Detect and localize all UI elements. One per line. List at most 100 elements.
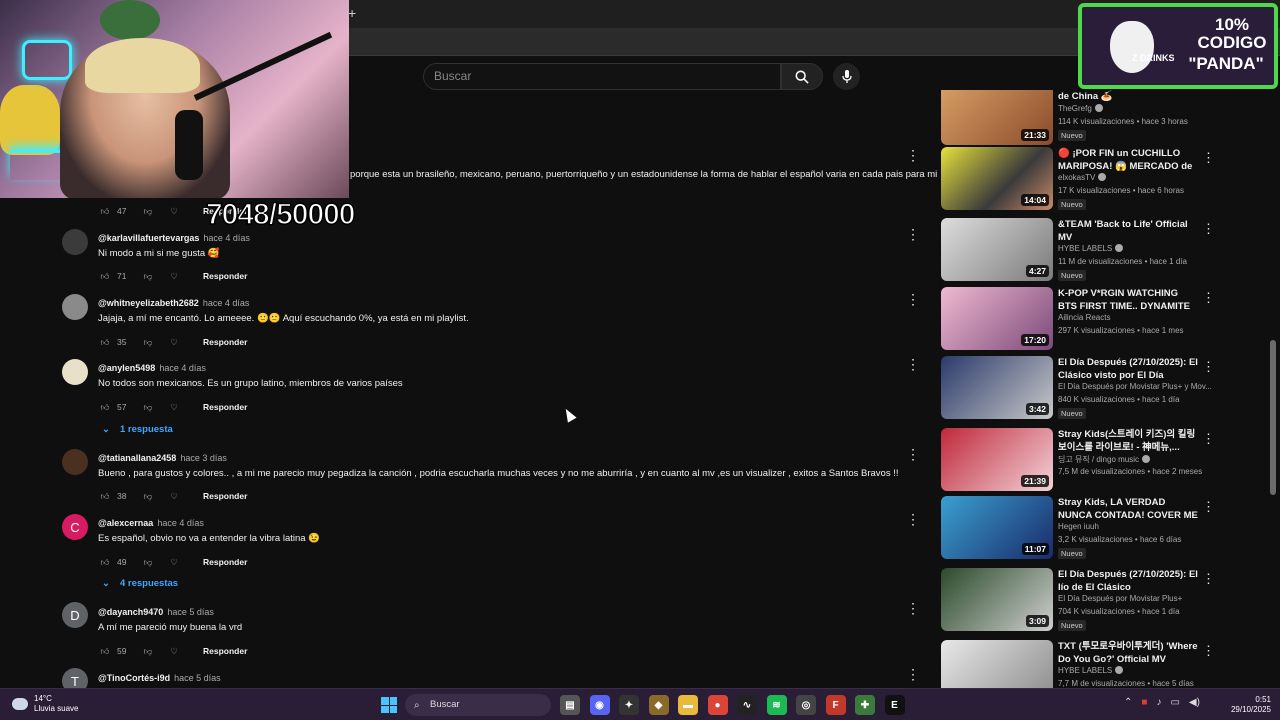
comment-menu-icon[interactable]: ⋮ (906, 292, 920, 306)
video-menu-icon[interactable]: ⋮ (1202, 221, 1215, 237)
channel-name[interactable]: HYBE LABELS (1058, 666, 1112, 675)
chrome-icon[interactable]: ● (707, 695, 728, 715)
related-video-item[interactable]: 21:33 de China 🍝 TheGrefg 114 K visualizaci… (940, 90, 1210, 146)
video-thumbnail[interactable]: 4:27 (941, 218, 1053, 281)
comment-author-name[interactable]: @dayanch9470 (98, 607, 163, 617)
video-thumbnail[interactable]: 3:42 (941, 356, 1053, 419)
video-menu-icon[interactable]: ⋮ (1202, 431, 1215, 447)
comment-menu-icon[interactable]: ⋮ (906, 512, 920, 526)
video-title[interactable]: K-POP V*RGIN WATCHING BTS FIRST TIME.. D… (1058, 287, 1198, 314)
file-explorer-icon[interactable]: ▤ (560, 695, 580, 715)
reply-button[interactable]: Responder (203, 646, 247, 656)
video-menu-icon[interactable]: ⋮ (1202, 290, 1215, 306)
comment-timestamp[interactable]: hace 4 días (203, 298, 250, 308)
comment-author-name[interactable]: @anylen5498 (98, 363, 155, 373)
voice-search-button[interactable] (833, 63, 860, 90)
channel-name[interactable]: 딩고 뮤직 / dingo music (1058, 455, 1139, 464)
related-video-item[interactable]: 21:39 Stray Kids(스트레이 키즈)의 킬링보이스를 라이브로! -… (940, 428, 1215, 492)
comment-avatar[interactable] (62, 229, 88, 255)
related-video-item[interactable]: 11:07 Stray Kids, LA VERDAD NUNCA CONTADA… (940, 496, 1215, 560)
network-icon[interactable]: ▭ (1170, 697, 1179, 708)
thumbs-up-icon[interactable]: 👍︎ (98, 555, 112, 569)
heart-icon[interactable]: ♡ (167, 400, 181, 414)
video-menu-icon[interactable]: ⋮ (1202, 571, 1215, 587)
comment-author-name[interactable]: @tatianallana2458 (98, 453, 176, 463)
video-title[interactable]: Stray Kids, LA VERDAD NUNCA CONTADA! COV… (1058, 496, 1198, 523)
heart-icon[interactable]: ♡ (167, 555, 181, 569)
video-channel[interactable]: Ailincia Reacts (1058, 313, 1110, 322)
comment-timestamp[interactable]: hace 4 días (203, 233, 250, 243)
comment-avatar[interactable] (62, 294, 88, 320)
thumbs-up-icon[interactable]: 👍︎ (98, 400, 112, 414)
related-video-item[interactable]: 14:04 🔴 ¡POR FIN un CUCHILLO MARIPOSA! 😱 … (940, 147, 1215, 211)
heart-icon[interactable]: ♡ (167, 269, 181, 283)
video-thumbnail[interactable]: 21:33 (941, 90, 1053, 145)
comment-timestamp[interactable]: hace 5 días (174, 673, 221, 683)
discord-icon[interactable]: ◉ (589, 695, 610, 715)
video-channel[interactable]: HYBE LABELS (1058, 244, 1124, 253)
audio-app-icon[interactable]: ∿ (737, 695, 757, 715)
taskbar-search[interactable]: ⌕ Buscar (405, 694, 551, 716)
channel-name[interactable]: HYBE LABELS (1058, 244, 1112, 253)
comment-avatar[interactable] (62, 449, 88, 475)
comment-menu-icon[interactable]: ⋮ (906, 148, 920, 162)
video-title[interactable]: de China 🍝 (1058, 90, 1198, 103)
heart-icon[interactable]: ♡ (167, 489, 181, 503)
video-title[interactable]: &TEAM 'Back to Life' Official MV (1058, 218, 1198, 244)
channel-name[interactable]: elxokasTV (1058, 173, 1095, 182)
epic-games-icon[interactable]: E (884, 695, 905, 715)
heart-icon[interactable]: ♡ (167, 335, 181, 349)
video-thumbnail[interactable]: 11:07 (941, 496, 1053, 559)
thumbs-up-icon[interactable]: 👍︎ (98, 644, 112, 658)
comment-author-name[interactable]: @TinoCortés-i9d (98, 673, 170, 683)
davinci-icon[interactable]: ✦ (619, 695, 639, 715)
video-thumbnail[interactable]: 17:20 (941, 287, 1053, 350)
channel-name[interactable]: El Día Después por Movistar Plus+ (1058, 594, 1182, 603)
comment-timestamp[interactable]: hace 5 días (167, 607, 214, 617)
video-thumbnail[interactable]: 14:04 (941, 147, 1053, 210)
reply-button[interactable]: Responder (203, 491, 247, 501)
comment-menu-icon[interactable]: ⋮ (906, 447, 920, 461)
comment-author[interactable]: @TinoCortés-i9d hace 5 días (98, 673, 221, 683)
related-video-item[interactable]: 3:42 El Día Después (27/10/2025): El Clás… (940, 356, 1215, 420)
related-video-item[interactable]: TXT (투모로우바이투게더) 'Where Do You Go?' Offic… (940, 640, 1215, 688)
volume-icon[interactable]: ◀) (1189, 697, 1200, 708)
video-channel[interactable]: El Día Después por Movistar Plus+ (1058, 594, 1182, 603)
obs-icon[interactable]: ◎ (796, 695, 816, 715)
video-menu-icon[interactable]: ⋮ (1202, 499, 1215, 515)
video-title[interactable]: El Día Después (27/10/2025): El lío de E… (1058, 568, 1198, 594)
windows-start-icon[interactable] (381, 697, 397, 713)
channel-name[interactable]: Hegen iuuh (1058, 522, 1099, 531)
video-menu-icon[interactable]: ⋮ (1202, 359, 1215, 375)
thumbs-up-icon[interactable]: 👍︎ (98, 335, 112, 349)
comment-menu-icon[interactable]: ⋮ (906, 601, 920, 615)
related-video-item[interactable]: 4:27 &TEAM 'Back to Life' Official MV HYBE… (940, 218, 1215, 282)
app-tray-icon[interactable]: ■ (1141, 697, 1147, 708)
gamepad-icon[interactable]: ✚ (855, 695, 875, 715)
comment-timestamp[interactable]: hace 4 días (157, 518, 204, 528)
channel-name[interactable]: El Día Después por Movistar Plus+ y Mov.… (1058, 382, 1212, 391)
f-app-icon[interactable]: F (825, 695, 846, 715)
reply-button[interactable]: Responder (203, 271, 247, 281)
chevron-up-icon[interactable]: ⌃ (1124, 697, 1132, 708)
shield-app-icon[interactable]: ◆ (648, 695, 669, 715)
thumbs-down-icon[interactable]: 👎︎ (141, 204, 155, 218)
comment-author-name[interactable]: @karlavillafuertevargas (98, 233, 199, 243)
comment-avatar[interactable]: D (62, 602, 88, 628)
new-tab-button[interactable]: + (348, 5, 356, 21)
comment-avatar[interactable] (62, 359, 88, 385)
search-input[interactable]: Buscar (423, 63, 781, 90)
comment-author[interactable]: @anylen5498 hace 4 días (98, 363, 206, 373)
folder-icon[interactable]: ▬ (678, 695, 698, 715)
channel-name[interactable]: TheGrefg (1058, 104, 1092, 113)
comment-author[interactable]: @dayanch9470 hace 5 días (98, 607, 214, 617)
comment-author[interactable]: @karlavillafuertevargas hace 4 días (98, 233, 250, 243)
search-button[interactable] (781, 63, 823, 90)
video-menu-icon[interactable]: ⋮ (1202, 643, 1215, 659)
video-title[interactable]: TXT (투모로우바이투게더) 'Where Do You Go?' Offic… (1058, 640, 1198, 666)
comment-timestamp[interactable]: hace 4 días (159, 363, 206, 373)
comment-menu-icon[interactable]: ⋮ (906, 667, 920, 681)
thumbs-up-icon[interactable]: 👍︎ (98, 489, 112, 503)
comment-menu-icon[interactable]: ⋮ (906, 227, 920, 241)
video-menu-icon[interactable]: ⋮ (1202, 150, 1215, 166)
